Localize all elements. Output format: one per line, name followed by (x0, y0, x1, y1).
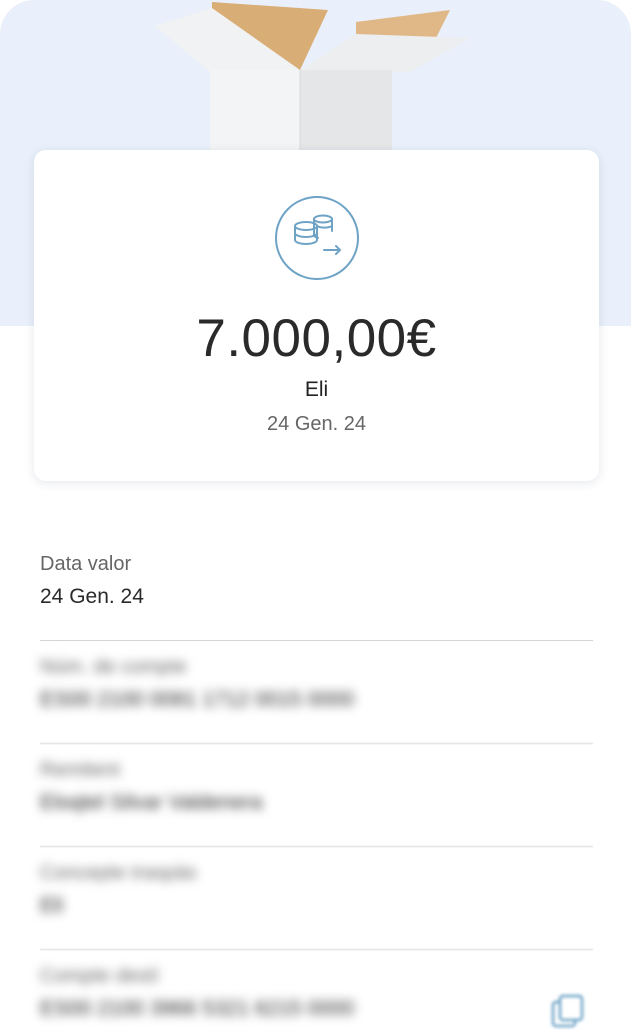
detail-value: ES00 2100 0081 1712 0015 0000 (40, 688, 355, 711)
detail-label: Núm. de compte (40, 656, 187, 678)
beneficiary-name: Eli (304, 378, 329, 401)
detail-row-sender: Remitent Eloqtel Silvar Valdenera (40, 759, 593, 862)
transfer-summary-card: 7.000,00€ Eli 24 Gen. 24 (34, 150, 599, 481)
detail-value: 24 Gen. 24 (40, 585, 144, 608)
detail-label: Concepte traspàs (40, 862, 197, 884)
detail-row-value-date: Data valor 24 Gen. 24 (40, 553, 593, 656)
transfer-detail-screen: 7.000,00€ Eli 24 Gen. 24 Data valor 24 G… (0, 0, 631, 1030)
detail-value: ES00 2100 3966 5321 6215 0000 (40, 997, 355, 1020)
copy-icon[interactable] (549, 993, 587, 1030)
detail-value: Eloqtel Silvar Valdenera (40, 791, 263, 814)
divider (40, 846, 593, 847)
divider (40, 743, 593, 744)
detail-label: Data valor (40, 553, 132, 575)
open-box-illustration (155, 2, 470, 160)
divider (40, 640, 593, 641)
transfer-amount: 7.000,00€ (196, 309, 437, 368)
detail-value: Eli (40, 894, 64, 917)
detail-label: Compte destí (40, 965, 159, 987)
divider (40, 949, 593, 950)
detail-label: Remitent (40, 759, 121, 781)
transfer-date: 24 Gen. 24 (267, 413, 366, 435)
detail-row-account-number: Núm. de compte ES00 2100 0081 1712 0015 … (40, 656, 593, 759)
detail-row-concept: Concepte traspàs Eli (40, 862, 593, 965)
coins-transfer-icon (275, 196, 359, 280)
transfer-details-list: Data valor 24 Gen. 24 Núm. de compte ES0… (40, 553, 593, 1030)
detail-row-destination-account: Compte destí ES00 2100 3966 5321 6215 00… (40, 965, 593, 1030)
